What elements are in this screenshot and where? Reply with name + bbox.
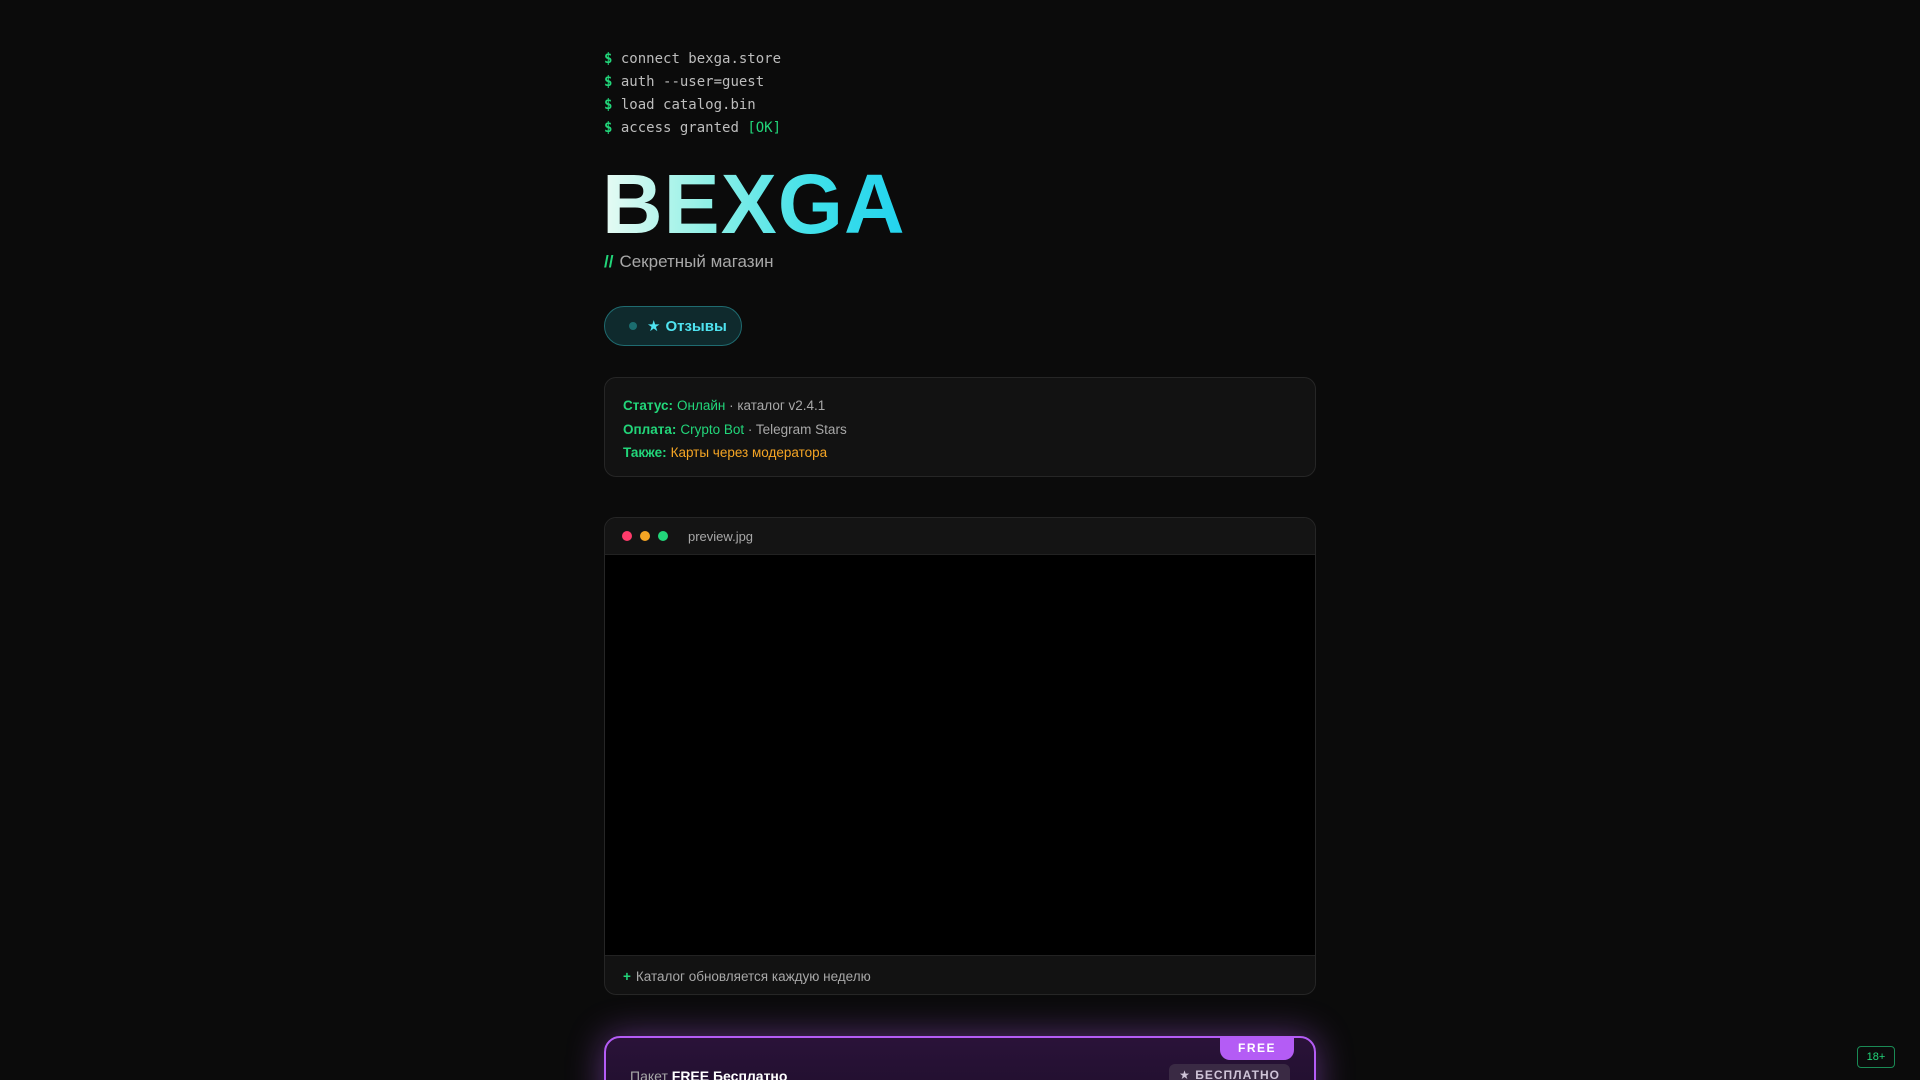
minimize-dot-icon — [640, 531, 650, 541]
package-title: Пакет FREE Бесплатно — [630, 1068, 787, 1080]
close-dot-icon — [622, 531, 632, 541]
status-separator: · — [725, 398, 738, 413]
terminal-command: auth --user=guest — [620, 74, 765, 90]
also-key: Также: — [623, 445, 667, 460]
catalog-version: каталог v2.4.1 — [737, 398, 826, 413]
package-title-prefix: Пакет — [630, 1068, 672, 1080]
age-rating-badge: 18+ — [1857, 1046, 1895, 1068]
brand-subtitle: // Секретный магазин — [604, 252, 774, 272]
terminal-prompt: $ — [604, 51, 613, 67]
preview-image — [605, 555, 1315, 956]
subtitle-text: Секретный магазин — [619, 252, 774, 271]
preview-titlebar: preview.jpg — [605, 518, 1315, 555]
preview-filename: preview.jpg — [688, 528, 754, 544]
status-key: Статус: — [623, 398, 673, 413]
status-value: Онлайн — [677, 398, 726, 413]
subtitle-slashes: // — [604, 252, 614, 271]
reviews-button-label: Отзывы — [665, 317, 727, 335]
payment-secondary: Telegram Stars — [755, 421, 847, 437]
maximize-dot-icon — [658, 531, 668, 541]
terminal-line: $ access granted [OK] — [604, 117, 781, 140]
also-value: Карты через модератора — [670, 445, 828, 460]
also-row: Также: Карты через модератора — [623, 441, 1297, 465]
terminal-line: $ load catalog.bin — [604, 94, 781, 117]
page: $ connect bexga.store $ auth --user=gues… — [0, 0, 1920, 1080]
star-icon: ★ — [647, 318, 661, 335]
status-row: Статус: Онлайн · каталог v2.4.1 — [623, 394, 1297, 418]
payment-key: Оплата: — [623, 421, 677, 437]
preview-caption-text: Каталог обновляется каждую неделю — [635, 968, 871, 984]
terminal-ok-status: [OK] — [747, 120, 782, 136]
terminal-line: $ auth --user=guest — [604, 71, 781, 94]
payment-primary: Crypto Bot — [680, 421, 745, 437]
status-dot-icon — [629, 322, 637, 330]
payment-separator: · — [744, 421, 756, 437]
package-price-badge: ★ БЕСПЛАТНО — [1169, 1064, 1290, 1080]
plus-icon: + — [623, 968, 631, 984]
terminal-command: access granted — [620, 120, 748, 136]
terminal-command: connect bexga.store — [620, 51, 782, 67]
package-ribbon: FREE — [1220, 1036, 1294, 1060]
terminal-command: load catalog.bin — [620, 97, 756, 113]
payment-row: Оплата: Crypto Bot · Telegram Stars — [623, 418, 1297, 442]
package-card-free[interactable]: FREE Пакет FREE Бесплатно ★ БЕСПЛАТНО — [604, 1036, 1316, 1080]
package-title-name: FREE Бесплатно — [671, 1068, 788, 1080]
terminal-prompt: $ — [604, 74, 613, 90]
terminal-prompt: $ — [604, 97, 613, 113]
preview-window: preview.jpg + Каталог обновляется каждую … — [604, 517, 1316, 995]
terminal-prompt: $ — [604, 120, 613, 136]
store-info-card: Статус: Онлайн · каталог v2.4.1 Оплата: Cr… — [604, 377, 1316, 477]
reviews-button[interactable]: ★ Отзывы — [604, 306, 742, 346]
brand-logo: BEXGA — [602, 157, 906, 251]
terminal-log: $ connect bexga.store $ auth --user=gues… — [604, 48, 781, 140]
preview-caption: + Каталог обновляется каждую неделю — [605, 956, 1315, 994]
terminal-line: $ connect bexga.store — [604, 48, 781, 71]
